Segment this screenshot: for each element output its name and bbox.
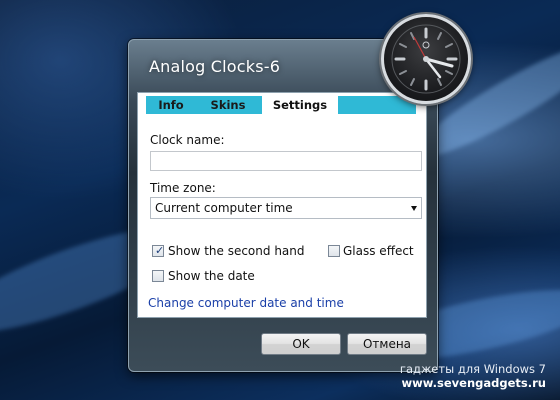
show-second-hand-label: Show the second hand: [168, 244, 305, 258]
time-zone-select[interactable]: Current computer time: [150, 197, 422, 219]
tab-info[interactable]: Info: [146, 96, 196, 114]
ok-button[interactable]: OK: [261, 333, 341, 355]
time-zone-value: Current computer time: [155, 201, 293, 215]
glass-effect-label: Glass effect: [343, 244, 414, 258]
footer-caption: гаджеты для Windows 7: [399, 362, 546, 376]
checkmark-icon: ✓: [155, 244, 165, 257]
chevron-down-icon: [411, 206, 417, 211]
show-date-label: Show the date: [168, 269, 255, 283]
time-zone-label: Time zone:: [150, 181, 216, 195]
change-date-time-link[interactable]: Change computer date and time: [148, 296, 344, 310]
analog-clock-icon: [381, 14, 471, 104]
dialog-title: Analog Clocks-6: [149, 57, 281, 76]
settings-panel: Info Skins Settings Clock name: Time zon…: [137, 92, 427, 318]
show-second-hand-checkbox[interactable]: ✓: [152, 245, 164, 257]
show-date-checkbox[interactable]: [152, 270, 164, 282]
tab-strip: Info Skins Settings: [146, 96, 416, 114]
glass-effect-checkbox[interactable]: [328, 245, 340, 257]
clock-name-label: Clock name:: [150, 133, 225, 147]
cancel-button[interactable]: Отмена: [347, 333, 427, 355]
tab-skins[interactable]: Skins: [196, 96, 260, 114]
tab-settings[interactable]: Settings: [262, 96, 338, 114]
footer-url: www.sevengadgets.ru: [401, 376, 546, 390]
clock-name-input[interactable]: [150, 151, 422, 171]
